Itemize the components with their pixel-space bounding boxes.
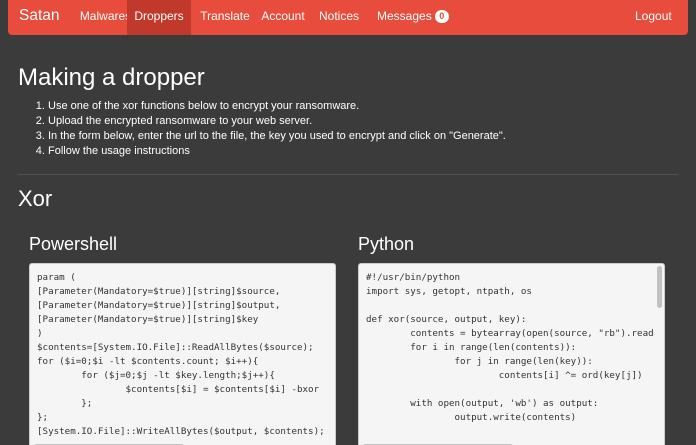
nav-messages-label: Messages: [377, 9, 432, 23]
python-title: Python: [358, 234, 415, 254]
nav-notices[interactable]: Notices: [317, 0, 361, 35]
section-divider: [18, 174, 678, 175]
powershell-code-block[interactable]: param ( [Parameter(Mandatory=$true)][str…: [29, 263, 336, 445]
instruction-step: Upload the encrypted ransomware to your …: [48, 114, 506, 129]
nav-translate[interactable]: Translate: [199, 0, 251, 35]
instructions-list: Use one of the xor functions below to en…: [48, 99, 506, 159]
instruction-step: Follow the usage instructions: [48, 144, 506, 159]
nav-messages[interactable]: Messages 0: [377, 0, 449, 35]
python-code-block[interactable]: #!/usr/bin/python import sys, getopt, nt…: [358, 263, 665, 445]
messages-count-badge: 0: [434, 10, 449, 23]
python-vertical-scrollbar[interactable]: [657, 266, 662, 308]
powershell-title: Powershell: [29, 234, 118, 254]
python-code: #!/usr/bin/python import sys, getopt, nt…: [366, 272, 654, 423]
instruction-step: In the form below, enter the url to the …: [48, 129, 506, 144]
xor-section-title: Xor: [18, 186, 53, 211]
brand-link[interactable]: Satan: [19, 7, 60, 25]
page-title: Making a dropper: [18, 64, 205, 91]
logout-link[interactable]: Logout: [635, 0, 672, 35]
nav-account[interactable]: Account: [260, 0, 306, 35]
nav-droppers[interactable]: Droppers: [127, 0, 191, 35]
navbar: Satan Malwares Droppers Translate Accoun…: [8, 0, 688, 35]
instruction-step: Use one of the xor functions below to en…: [48, 99, 506, 114]
powershell-code: param ( [Parameter(Mandatory=$true)][str…: [37, 272, 325, 437]
